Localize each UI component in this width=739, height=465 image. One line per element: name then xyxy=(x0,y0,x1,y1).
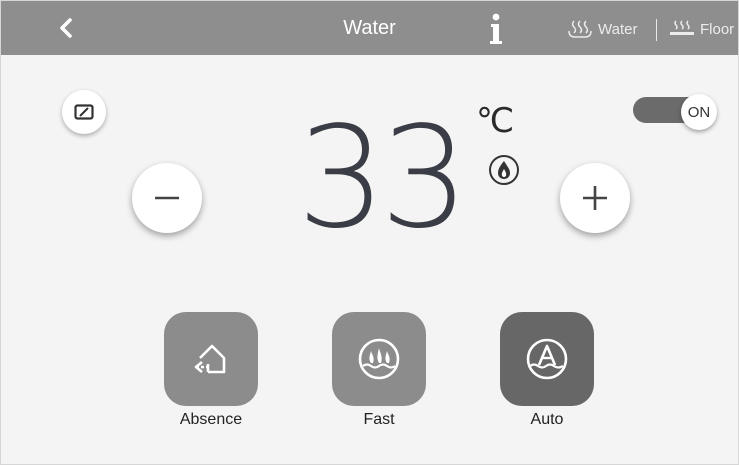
absence-mode-button[interactable] xyxy=(164,312,258,406)
plus-icon xyxy=(583,186,607,210)
increase-temp-button[interactable] xyxy=(560,163,630,233)
decrease-temp-button[interactable] xyxy=(132,163,202,233)
auto-mode-icon xyxy=(526,338,568,380)
fast-mode-button[interactable] xyxy=(332,312,426,406)
absence-label: Absence xyxy=(179,411,243,428)
chevron-left-icon xyxy=(60,18,72,38)
toggle-knob: ON xyxy=(681,94,717,130)
tab-floor[interactable]: Floor xyxy=(669,19,734,39)
back-button[interactable] xyxy=(51,13,81,43)
info-icon xyxy=(490,13,502,44)
water-control-screen: Water Water Floor ON 33 ℃ Absence Fast A… xyxy=(0,0,739,465)
auto-label: Auto xyxy=(530,411,564,428)
fast-heat-icon xyxy=(358,338,400,380)
absence-house-icon xyxy=(194,344,226,374)
tab-water[interactable]: Water xyxy=(567,19,637,39)
water-heating-icon xyxy=(568,20,592,38)
power-toggle[interactable]: ON xyxy=(633,94,719,130)
fast-label: Fast xyxy=(363,411,395,428)
temperature-unit: ℃ xyxy=(476,102,515,140)
edit-card-icon xyxy=(74,104,94,120)
temperature-value: 33 xyxy=(296,97,469,260)
tab-water-label: Water xyxy=(598,20,638,38)
tab-divider xyxy=(656,19,657,41)
header-bar: Water Water Floor xyxy=(1,1,738,55)
tab-floor-label: Floor xyxy=(700,20,735,38)
auto-mode-button[interactable] xyxy=(500,312,594,406)
floor-heating-icon xyxy=(670,20,694,35)
edit-button[interactable] xyxy=(62,90,106,134)
info-button[interactable] xyxy=(485,11,507,47)
minus-icon xyxy=(155,196,179,200)
flame-icon xyxy=(489,155,519,185)
